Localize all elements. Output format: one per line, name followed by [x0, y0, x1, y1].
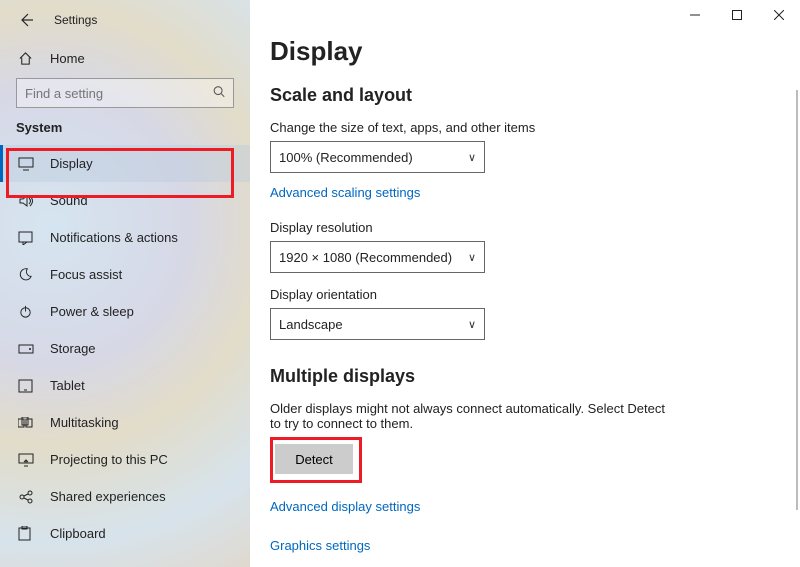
orientation-label: Display orientation — [270, 287, 772, 302]
link-advanced-display[interactable]: Advanced display settings — [270, 499, 420, 514]
sidebar-item-power[interactable]: Power & sleep — [0, 293, 250, 330]
window-controls — [674, 0, 800, 30]
scrollbar[interactable] — [796, 90, 798, 510]
multitasking-icon — [18, 417, 36, 429]
section-multiple-displays: Multiple displays — [270, 366, 772, 387]
scale-label: Change the size of text, apps, and other… — [270, 120, 772, 135]
scale-value: 100% (Recommended) — [279, 150, 413, 165]
home-icon — [18, 51, 36, 66]
sidebar-item-notifications[interactable]: Notifications & actions — [0, 219, 250, 256]
sidebar-item-label: Tablet — [50, 378, 85, 393]
orientation-combo[interactable]: Landscape ∨ — [270, 308, 485, 340]
home-label: Home — [50, 51, 85, 66]
sidebar-item-multitasking[interactable]: Multitasking — [0, 404, 250, 441]
sidebar-item-display[interactable]: Display — [0, 145, 250, 182]
back-button[interactable] — [14, 8, 38, 32]
resolution-value: 1920 × 1080 (Recommended) — [279, 250, 452, 265]
sidebar-home[interactable]: Home — [0, 40, 250, 76]
sidebar: Settings Home System Display — [0, 0, 250, 567]
sidebar-item-projecting[interactable]: Projecting to this PC — [0, 441, 250, 478]
resolution-combo[interactable]: 1920 × 1080 (Recommended) ∨ — [270, 241, 485, 273]
app-title: Settings — [54, 13, 97, 27]
sidebar-item-label: Notifications & actions — [50, 230, 178, 245]
sidebar-item-focus-assist[interactable]: Focus assist — [0, 256, 250, 293]
link-advanced-scaling[interactable]: Advanced scaling settings — [270, 185, 420, 200]
maximize-button[interactable] — [716, 0, 758, 30]
main-content: Display Scale and layout Change the size… — [250, 0, 800, 567]
sidebar-item-label: Focus assist — [50, 267, 122, 282]
shared-icon — [18, 490, 36, 504]
section-scale: Scale and layout — [270, 85, 772, 106]
sidebar-category: System — [0, 116, 250, 145]
multi-desc: Older displays might not always connect … — [270, 401, 670, 431]
page-title: Display — [270, 36, 772, 67]
detect-button[interactable]: Detect — [275, 444, 353, 474]
sidebar-item-label: Shared experiences — [50, 489, 166, 504]
focus-assist-icon — [18, 267, 36, 282]
chevron-down-icon: ∨ — [468, 151, 476, 164]
power-icon — [18, 304, 36, 319]
minimize-button[interactable] — [674, 0, 716, 30]
sidebar-item-label: Sound — [50, 193, 88, 208]
chevron-down-icon: ∨ — [468, 251, 476, 264]
display-icon — [18, 157, 36, 171]
sidebar-item-shared[interactable]: Shared experiences — [0, 478, 250, 515]
sidebar-item-label: Clipboard — [50, 526, 106, 541]
sidebar-item-sound[interactable]: Sound — [0, 182, 250, 219]
highlight-detect: Detect — [270, 437, 362, 483]
notifications-icon — [18, 231, 36, 245]
chevron-down-icon: ∨ — [468, 318, 476, 331]
clipboard-icon — [18, 526, 36, 541]
tablet-icon — [18, 379, 36, 393]
sidebar-item-clipboard[interactable]: Clipboard — [0, 515, 250, 552]
scale-combo[interactable]: 100% (Recommended) ∨ — [270, 141, 485, 173]
link-graphics[interactable]: Graphics settings — [270, 538, 370, 553]
projecting-icon — [18, 453, 36, 467]
storage-icon — [18, 344, 36, 354]
sound-icon — [18, 194, 36, 208]
sidebar-item-label: Display — [50, 156, 93, 171]
orientation-value: Landscape — [279, 317, 343, 332]
sidebar-item-label: Storage — [50, 341, 96, 356]
search-icon — [212, 85, 226, 102]
resolution-label: Display resolution — [270, 220, 772, 235]
close-button[interactable] — [758, 0, 800, 30]
search-input[interactable] — [16, 78, 234, 108]
sidebar-item-label: Projecting to this PC — [50, 452, 168, 467]
sidebar-item-label: Power & sleep — [50, 304, 134, 319]
sidebar-item-label: Multitasking — [50, 415, 119, 430]
sidebar-item-storage[interactable]: Storage — [0, 330, 250, 367]
sidebar-item-tablet[interactable]: Tablet — [0, 367, 250, 404]
